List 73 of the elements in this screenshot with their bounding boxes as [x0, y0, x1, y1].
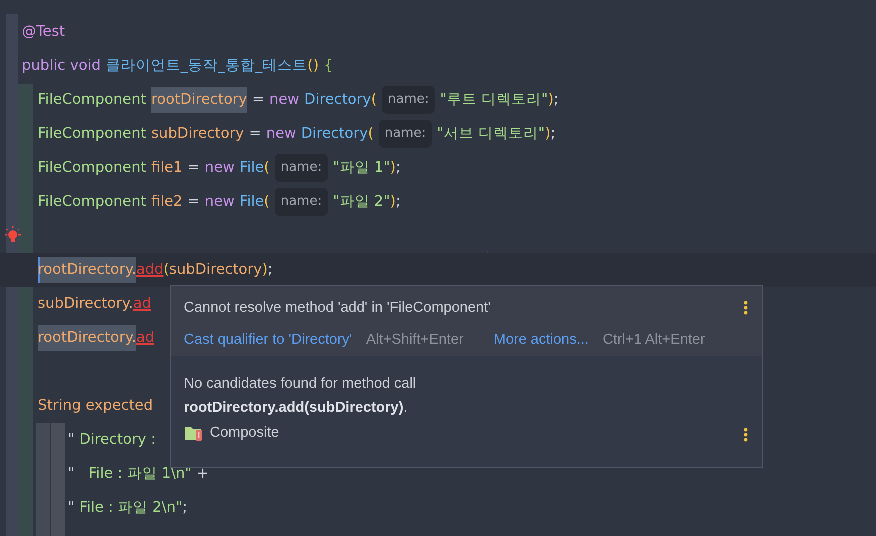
paren-text: (: [264, 193, 270, 212]
paren-text: ): [390, 159, 396, 178]
paren-text: (: [164, 261, 170, 280]
parameter-hint: name:: [274, 188, 328, 216]
semicolon-text: ;: [268, 261, 273, 280]
module-folder-icon: [184, 424, 204, 442]
keyword-text: new: [266, 125, 296, 144]
type-text: FileComponent: [38, 193, 146, 212]
string-literal: File : 파일 2\n": [80, 499, 183, 518]
paren-text: ): [548, 91, 554, 110]
variable-text: String expected: [38, 397, 154, 416]
error-message: Cannot resolve method 'add' in 'FileComponent': [184, 300, 491, 316]
identifier-text: Directory: [301, 125, 368, 144]
quick-fix-link[interactable]: Cast qualifier to 'Directory': [184, 332, 352, 348]
type-text: FileComponent: [38, 125, 146, 144]
paren-text: (: [371, 91, 378, 110]
description-text: No candidates found for method call rootDirectory.add(subDirectory).: [184, 375, 418, 418]
annotation-text: @Test: [22, 23, 66, 42]
identifier-text: Directory: [304, 91, 372, 110]
brace-text: {: [324, 57, 334, 76]
shortcut-text: Ctrl+1 Alt+Enter: [602, 332, 706, 348]
semicolon-text: ;: [182, 499, 188, 518]
code-text: =: [249, 125, 262, 144]
variable-text: subDirectory.: [38, 295, 134, 314]
code-text: =: [188, 193, 200, 212]
keyword-text: new: [270, 91, 300, 110]
keyword-text: new: [204, 193, 235, 212]
semicolon-text: ;: [396, 193, 401, 212]
type-text: FileComponent: [38, 159, 146, 178]
semicolon-text: ;: [554, 91, 559, 110]
paren-text: (: [264, 159, 270, 178]
identifier-text: File: [240, 159, 264, 178]
keyword-text: new: [204, 159, 235, 178]
more-options-icon[interactable]: [744, 428, 748, 442]
paren-text: (): [308, 57, 319, 76]
string-literal: "서브 디렉토리": [437, 125, 546, 144]
type-text: FileComponent: [38, 91, 146, 110]
shortcut-text: Alt+Shift+Enter: [366, 332, 464, 348]
code-text: =: [188, 159, 200, 178]
error-method-text: ad: [136, 329, 155, 348]
string-literal: Directory :: [80, 431, 156, 450]
paren-text: ): [262, 261, 268, 280]
more-options-icon[interactable]: [744, 301, 748, 315]
paren-text: ): [545, 125, 551, 144]
string-literal: "파일 1": [333, 159, 390, 178]
semicolon-text: ;: [396, 159, 401, 178]
identifier-text: 클라이언트_동작_통합_테스트: [106, 57, 308, 76]
string-literal: File : 파일 1\n": [88, 465, 192, 484]
keyword-text: public void: [22, 57, 101, 76]
highlighted-variable: rootDirectory: [151, 87, 248, 113]
identifier-text: File: [240, 193, 264, 212]
variable-text: subDirectory: [151, 125, 244, 144]
string-literal: "루트 디렉토리": [440, 91, 548, 110]
error-method-text: add: [136, 261, 164, 280]
string-literal: "파일 2": [333, 193, 390, 212]
parameter-hint: name:: [382, 86, 436, 114]
parameter-hint: name:: [274, 154, 328, 182]
variable-text: file1: [151, 159, 183, 178]
semicolon-text: ;: [550, 125, 556, 144]
highlighted-variable: rootDirectory.: [38, 325, 136, 351]
code-text: ": [68, 465, 75, 484]
code-text: ": [68, 431, 75, 450]
variable-text: file2: [151, 193, 183, 212]
paren-text: (: [368, 125, 374, 144]
parameter-hint: name:: [378, 120, 432, 148]
code-text: ": [68, 499, 75, 518]
error-method-text: ad: [133, 295, 152, 314]
paren-text: ): [390, 193, 396, 212]
code-text: +: [196, 465, 209, 484]
quick-fix-link[interactable]: More actions...: [494, 332, 589, 348]
code-text: =: [252, 91, 265, 110]
variable-text: subDirectory: [169, 261, 262, 280]
module-name: Composite: [210, 425, 280, 441]
